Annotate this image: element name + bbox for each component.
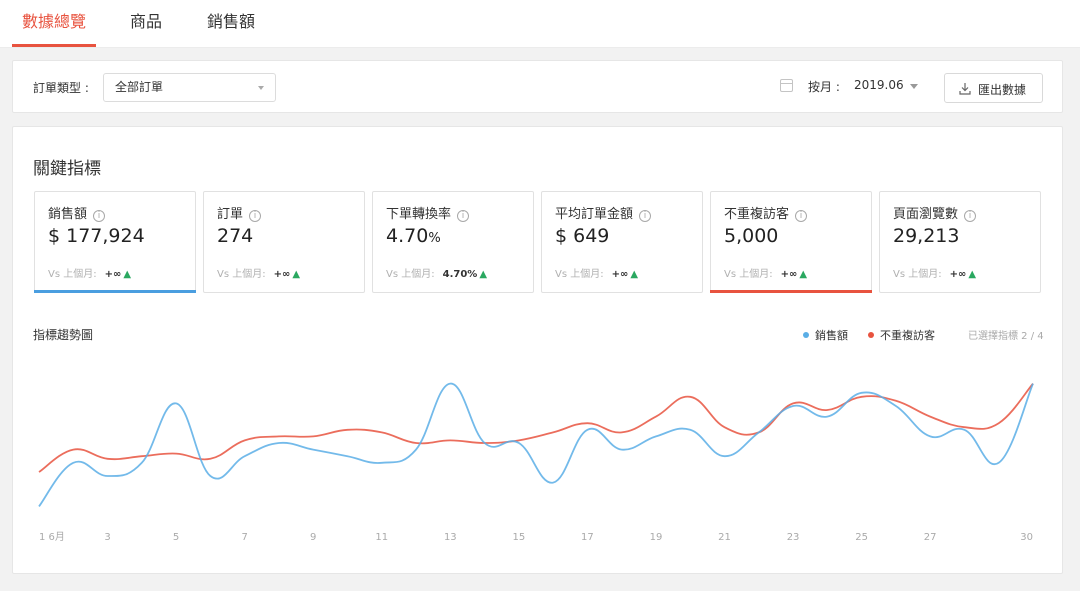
trend-line-chart: 1 6月 3 5 7 9 11 13 15 17 19 21 23 25 27 30 [38,382,1034,543]
series-line-sales [38,382,1034,507]
filter-bar: 訂單類型 : 全部訂單 按月 : 2019.06 匯出數據 [12,60,1063,113]
x-tick-label: 30 [1020,532,1033,543]
x-tick-label: 15 [512,532,525,543]
order-type-value: 全部訂單 [115,80,164,94]
x-tick-label: 21 [718,532,731,543]
x-tick-label: 13 [444,532,457,543]
chevron-down-icon [258,86,264,90]
x-tick-label: 1 6月 [39,531,65,543]
download-icon [959,83,971,95]
order-type-label: 訂單類型 : [33,81,89,95]
month-label: 按月 : [808,80,840,94]
tab-sales[interactable]: 銷售額 [196,0,266,48]
x-tick-label: 27 [924,532,937,543]
x-tick-label: 17 [581,532,594,543]
tab-overview[interactable]: 數據總覽 [12,0,96,48]
x-tick-label: 9 [310,532,316,543]
x-tick-label: 7 [241,532,247,543]
tab-products[interactable]: 商品 [118,0,174,48]
series-line-visitors [38,383,1034,473]
x-tick-label: 23 [787,532,800,543]
active-tab-indicator [12,44,96,47]
x-tick-label: 11 [375,532,388,543]
x-tick-label: 5 [173,532,179,543]
calendar-icon [780,79,793,92]
top-tab-bar: 數據總覽 商品 銷售額 [0,0,1080,48]
key-metrics-panel: 關鍵指標 銷售額 i $ 177,924 Vs 上個月: +∞ ▲ 訂單 i 274 Vs 上個月… [12,126,1063,574]
month-picker[interactable]: 2019.06 [854,78,904,92]
x-tick-label: 3 [104,532,110,543]
x-tick-label: 25 [855,532,868,543]
x-tick-label: 19 [650,532,663,543]
export-data-button[interactable]: 匯出數據 [944,73,1043,103]
export-label: 匯出數據 [978,83,1027,97]
month-dropdown-icon[interactable] [910,84,918,89]
order-type-select[interactable]: 全部訂單 [103,73,276,102]
